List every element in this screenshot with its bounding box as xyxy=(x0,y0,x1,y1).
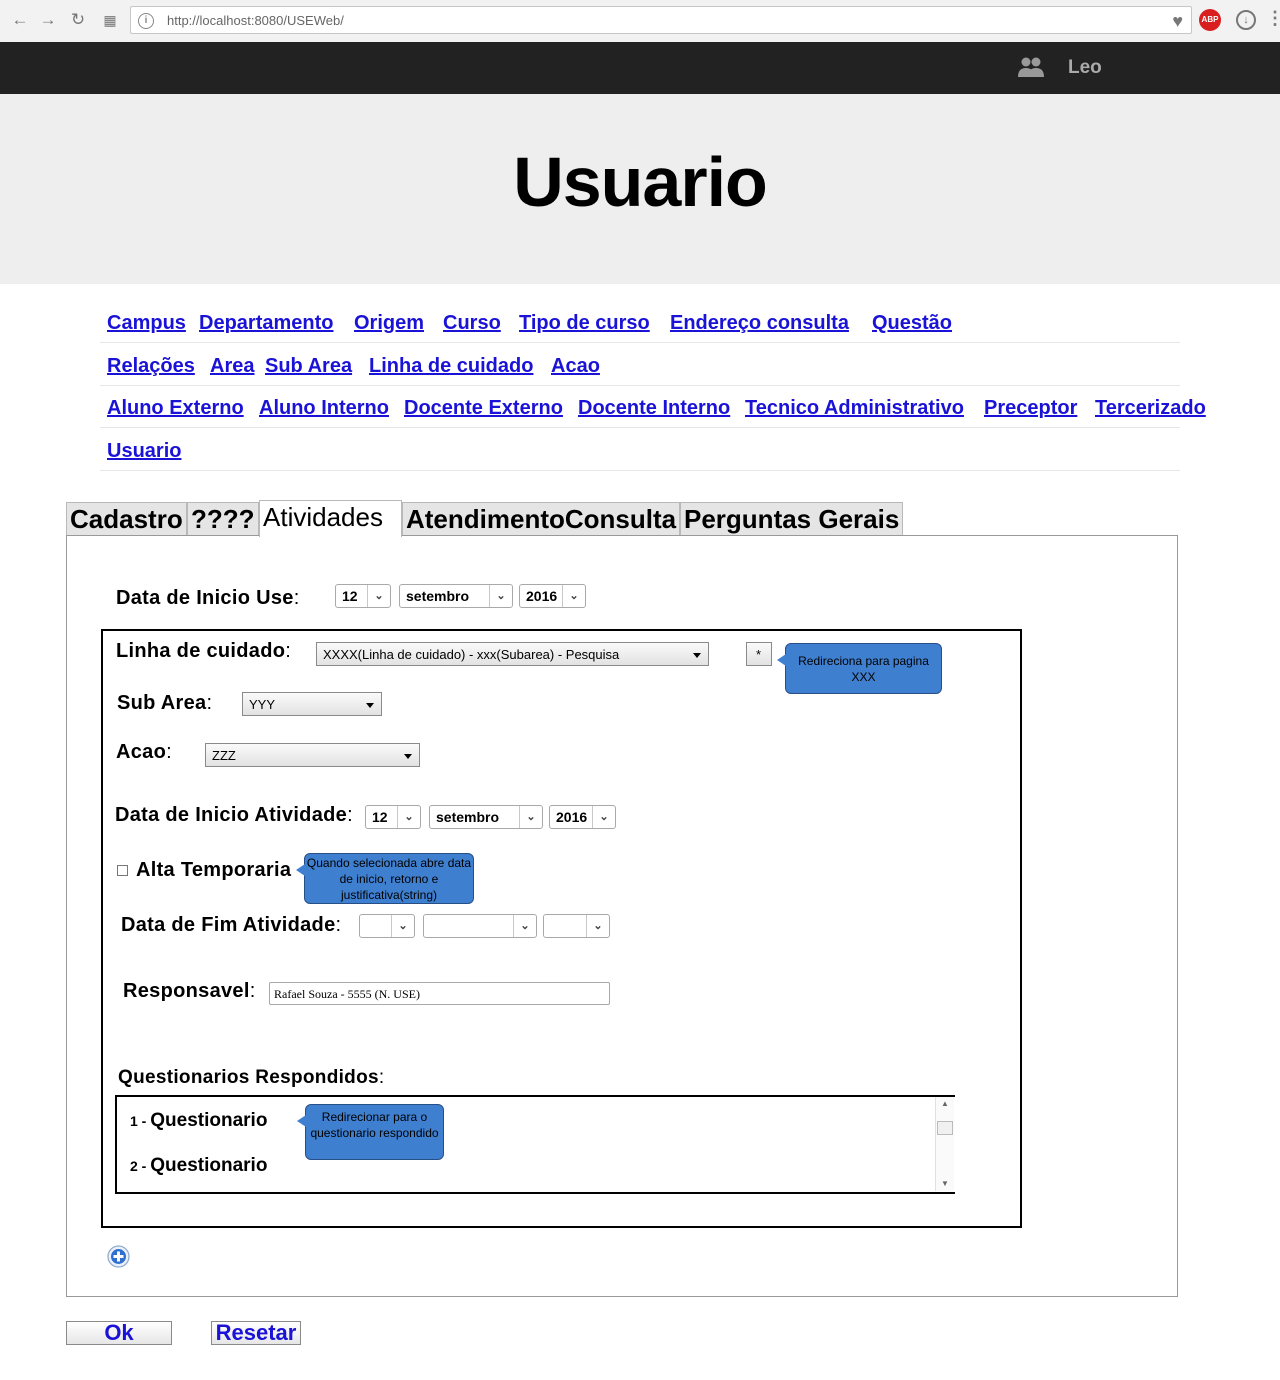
nav-link-aluno-externo[interactable]: Aluno Externo xyxy=(107,397,244,420)
nav-link-docente-interno[interactable]: Docente Interno xyxy=(578,397,730,420)
nav-link-curso[interactable]: Curso xyxy=(443,312,501,335)
nav-link-departamento[interactable]: Departamento xyxy=(199,312,333,335)
nav-row-3: Aluno Externo Aluno Interno Docente Exte… xyxy=(100,385,1206,428)
chevron-down-icon: ⌄ xyxy=(519,806,542,828)
tab-perguntas-gerais[interactable]: Perguntas Gerais xyxy=(680,502,903,536)
data-inicio-atividade-year-select[interactable]: 2016 ⌄ xyxy=(549,805,616,829)
data-inicio-atividade-day-select[interactable]: 12 ⌄ xyxy=(365,805,421,829)
tab-atividades[interactable]: Atividades xyxy=(259,500,402,537)
nav-link-area[interactable]: Area xyxy=(210,355,254,378)
nav-row-1: Campus Departamento Origem Curso Tipo de… xyxy=(100,300,1180,343)
data-fim-atividade-label: Data de Fim Atividade: xyxy=(121,914,342,936)
page-title: Usuario xyxy=(513,143,768,221)
acao-select[interactable]: ZZZ xyxy=(205,743,420,767)
nav-link-questao[interactable]: Questão xyxy=(872,312,952,335)
nav-link-tecnico-administrativo[interactable]: Tecnico Administrativo xyxy=(745,397,964,420)
nav-link-campus[interactable]: Campus xyxy=(107,312,186,335)
chevron-down-icon: ⌄ xyxy=(513,915,536,937)
nav-link-preceptor[interactable]: Preceptor xyxy=(984,397,1077,420)
nav-link-endereco-consulta[interactable]: Endereço consulta xyxy=(670,312,849,335)
nav-link-aluno-interno[interactable]: Aluno Interno xyxy=(259,397,389,420)
sub-area-label: Sub Area: xyxy=(117,692,213,714)
responsavel-label: Responsavel: xyxy=(123,980,256,1002)
nav-link-acao[interactable]: Acao xyxy=(551,355,600,378)
browser-toolbar: ← → ↻ ▦ i http://localhost:8080/USEWeb/ … xyxy=(0,0,1280,43)
alta-temporaria-label: Alta Temporaria xyxy=(136,859,292,881)
alta-temporaria-checkbox[interactable] xyxy=(117,865,128,876)
dropdown-arrow-icon xyxy=(693,653,701,658)
linha-star-button[interactable]: * xyxy=(746,642,772,666)
nav-link-relacoes[interactable]: Relações xyxy=(107,355,195,378)
bookmark-heart-icon[interactable]: ♥ xyxy=(1172,11,1183,32)
data-fim-month-select[interactable]: ⌄ xyxy=(423,914,537,938)
users-icon[interactable] xyxy=(1017,55,1045,79)
nav-link-docente-externo[interactable]: Docente Externo xyxy=(404,397,563,420)
apps-icon[interactable]: ▦ xyxy=(100,10,120,30)
page-header: Usuario xyxy=(0,94,1280,284)
data-inicio-use-day-select[interactable]: 12 ⌄ xyxy=(335,584,391,608)
dropdown-arrow-icon xyxy=(404,754,412,759)
top-bar: Leo xyxy=(0,42,1280,94)
dropdown-arrow-icon xyxy=(366,703,374,708)
data-inicio-atividade-label: Data de Inicio Atividade: xyxy=(115,804,353,826)
reload-icon[interactable]: ↻ xyxy=(68,10,88,30)
site-info-icon[interactable]: i xyxy=(138,13,154,29)
tab-unknown[interactable]: ???? xyxy=(187,502,259,536)
url-text[interactable]: http://localhost:8080/USEWeb/ xyxy=(167,13,344,28)
download-icon[interactable]: ↓ xyxy=(1236,10,1256,30)
scroll-up-icon[interactable]: ▲ xyxy=(941,1099,949,1108)
address-bar[interactable]: i http://localhost:8080/USEWeb/ ♥ xyxy=(130,6,1192,34)
chevron-down-icon: ⌄ xyxy=(367,585,390,607)
chevron-down-icon: ⌄ xyxy=(562,585,585,607)
responsavel-input[interactable]: Rafael Souza - 5555 (N. USE) xyxy=(269,982,610,1005)
nav-link-usuario[interactable]: Usuario xyxy=(107,440,181,463)
menu-icon[interactable]: ⋮ xyxy=(1266,8,1280,29)
tab-cadastro[interactable]: Cadastro xyxy=(66,502,187,536)
chevron-down-icon: ⌄ xyxy=(586,915,609,937)
data-fim-day-select[interactable]: ⌄ xyxy=(359,914,415,938)
nav-row-2: Relações Area Sub Area Linha de cuidado … xyxy=(100,343,1180,386)
nav-link-sub-area[interactable]: Sub Area xyxy=(265,355,352,378)
chevron-down-icon: ⌄ xyxy=(391,915,414,937)
nav-link-linha-cuidado[interactable]: Linha de cuidado xyxy=(369,355,533,378)
chevron-down-icon: ⌄ xyxy=(397,806,420,828)
scroll-down-icon[interactable]: ▼ xyxy=(941,1179,949,1188)
adblock-icon[interactable]: ABP xyxy=(1199,9,1221,31)
list-item[interactable]: 1 - Questionario xyxy=(130,1110,267,1132)
back-icon[interactable]: ← xyxy=(10,10,30,30)
nav-link-origem[interactable]: Origem xyxy=(354,312,424,335)
callout-alta-temporaria: Quando selecionada abre data de inicio, … xyxy=(296,853,474,904)
data-inicio-atividade-month-select[interactable]: setembro ⌄ xyxy=(429,805,543,829)
data-inicio-use-month-select[interactable]: setembro ⌄ xyxy=(399,584,513,608)
sub-area-select[interactable]: YYY xyxy=(242,692,382,716)
chevron-down-icon: ⌄ xyxy=(489,585,512,607)
forward-icon[interactable]: → xyxy=(38,10,58,30)
ok-button[interactable]: Ok xyxy=(66,1321,172,1345)
nav-link-tercerizado[interactable]: Tercerizado xyxy=(1095,397,1206,420)
user-name[interactable]: Leo xyxy=(1068,57,1102,79)
linha-cuidado-label: Linha de cuidado: xyxy=(116,640,292,662)
nav-row-4: Usuario xyxy=(100,428,1180,471)
tab-atendimento-consulta[interactable]: AtendimentoConsulta xyxy=(402,502,680,536)
list-item[interactable]: 2 - Questionario xyxy=(130,1155,267,1177)
questionarios-scrollbar[interactable]: ▲ ▼ xyxy=(935,1097,954,1191)
callout-linha-cuidado: Redireciona para pagina XXX xyxy=(777,643,942,694)
data-fim-year-select[interactable]: ⌄ xyxy=(543,914,610,938)
callout-questionario: Redirecionar para o questionario respond… xyxy=(297,1104,444,1160)
data-inicio-use-year-select[interactable]: 2016 ⌄ xyxy=(519,584,586,608)
data-inicio-use-label: Data de Inicio Use: xyxy=(116,587,300,609)
acao-label: Acao: xyxy=(116,741,172,763)
questionarios-label: Questionarios Respondidos: xyxy=(118,1067,385,1088)
scrollbar-thumb[interactable] xyxy=(937,1121,953,1135)
nav-link-tipo-curso[interactable]: Tipo de curso xyxy=(519,312,650,335)
add-icon[interactable] xyxy=(107,1245,130,1268)
reset-button[interactable]: Resetar xyxy=(211,1321,301,1345)
chevron-down-icon: ⌄ xyxy=(592,806,615,828)
linha-cuidado-select[interactable]: XXXX(Linha de cuidado) - xxx(Subarea) - … xyxy=(316,642,709,666)
